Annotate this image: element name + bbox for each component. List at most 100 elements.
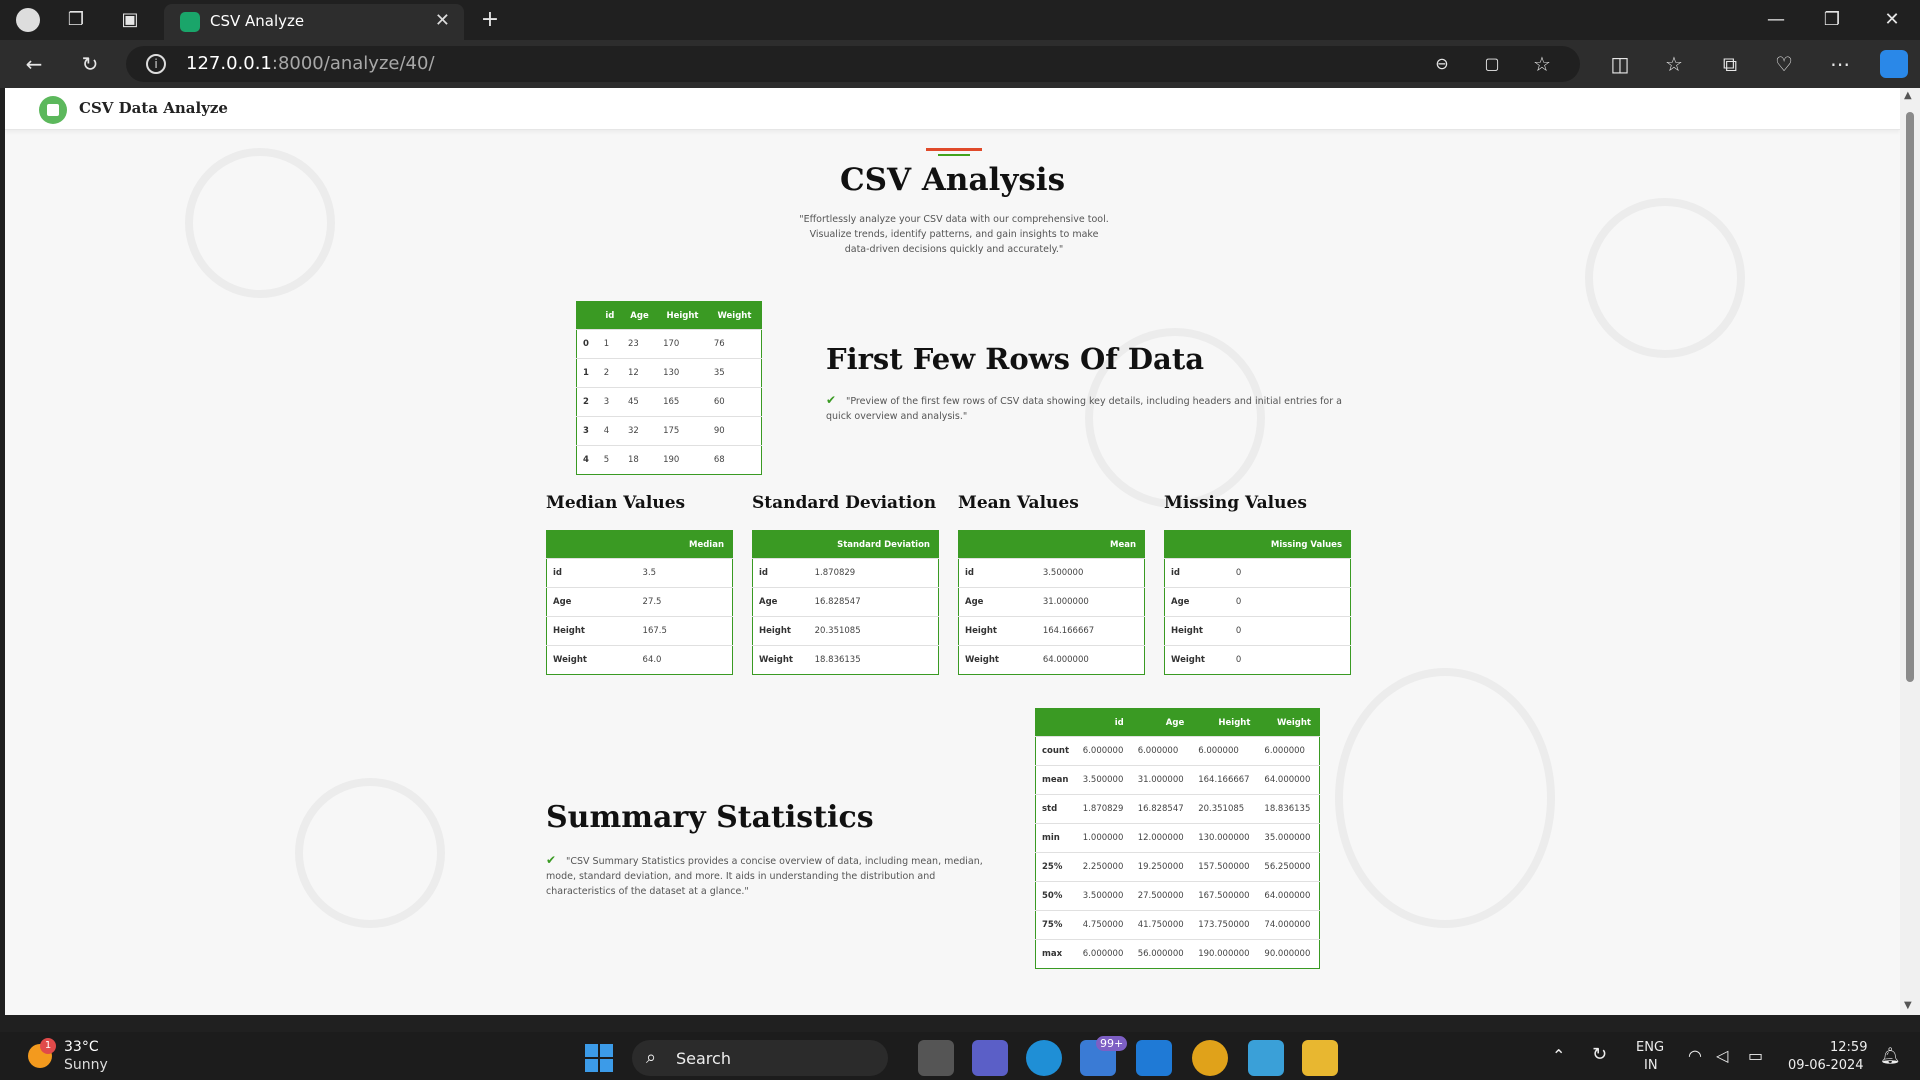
table-cell: 6.000000 [1076,939,1132,969]
row-label: Height [1164,616,1230,646]
edge-icon[interactable] [1026,1040,1062,1076]
table-cell: 27.500000 [1131,881,1193,911]
table-cell: 68 [707,445,762,475]
median-table: Median id 3.5 Age 27.5 Height 167.5 Weight 64.0 [546,530,733,675]
notification-bell-icon[interactable]: 🔔︎ [1880,1046,1900,1065]
table-cell: 35.000000 [1258,823,1320,853]
row-label: std [1035,794,1077,824]
file-explorer-icon[interactable] [1302,1040,1338,1076]
table-cell: 164.166667 [1192,765,1259,795]
profile-icon[interactable] [16,8,40,32]
table-row: 4 5 18 190 68 [576,445,762,475]
table-row: 1 2 12 130 35 [576,358,762,388]
wifi-icon[interactable]: ◠ [1688,1046,1702,1065]
table-cell: 90 [707,416,762,446]
workspaces-icon[interactable]: ❐ [64,8,88,32]
photos-icon[interactable] [1248,1040,1284,1076]
table-cell: 20.351085 [808,616,939,646]
page-scrollbar[interactable]: ▲ ▼ [1900,88,1920,1015]
mean-body: id 3.500000 Age 31.000000 Height 164.166667 We… [958,558,1145,675]
close-window-icon[interactable]: ✕ [1872,6,1912,34]
tab-close-icon[interactable]: ✕ [435,10,450,31]
health-icon[interactable]: ♡ [1770,50,1798,78]
row-label: id [546,558,637,588]
favorites-icon[interactable]: ☆ [1660,50,1688,78]
table-cell: 64.000000 [1036,645,1145,675]
tab-title: CSV Analyze [210,12,305,30]
table-cell: 18.836135 [1258,794,1320,824]
column-header: Height [1192,708,1259,737]
column-header [958,530,1037,559]
start-icon[interactable] [585,1044,613,1072]
battery-icon[interactable]: ▭ [1748,1046,1763,1065]
restore-icon[interactable]: ❐ [1812,6,1852,34]
column-header [1035,708,1077,737]
collections-icon[interactable]: ⧉ [1716,50,1744,78]
url-input[interactable]: i 127.0.0.1:8000/analyze/40/ ⊖ ▢ ☆ [126,46,1580,82]
table-cell: 6.000000 [1131,736,1193,766]
missing-body: id 0 Age 0 Height 0 Weight 0 [1164,558,1351,675]
clock-date[interactable]: 09-06-2024 [1788,1058,1864,1073]
table-cell: 0 [1229,616,1351,646]
table-cell: 167.5 [636,616,733,646]
teams-icon[interactable] [972,1040,1008,1076]
address-bar-row: ← ↻ i 127.0.0.1:8000/analyze/40/ ⊖ ▢ ☆ ◫… [0,40,1920,88]
taskbar-search[interactable]: ⌕ Search [632,1040,888,1076]
browser-titlebar: ❐ ▣ CSV Analyze ✕ + — ❐ ✕ [0,0,1920,40]
clock-time[interactable]: 12:59 [1830,1040,1867,1055]
missing-title: Missing Values [1164,493,1307,513]
table-cell: 16.828547 [808,587,939,617]
minimize-icon[interactable]: — [1756,6,1796,34]
more-icon[interactable]: ⋯ [1826,50,1854,78]
row-label: Height [958,616,1037,646]
vscode-icon[interactable] [1136,1040,1172,1076]
refresh-icon[interactable]: ↻ [76,50,104,78]
table-row: id 1.870829 [752,558,939,588]
split-screen-icon[interactable]: ◫ [1606,50,1634,78]
scroll-up-icon[interactable]: ▲ [1904,90,1912,101]
language-primary[interactable]: ENG [1636,1040,1664,1055]
chevron-up-icon[interactable]: ⌃ [1552,1046,1565,1065]
language-secondary[interactable]: IN [1644,1058,1658,1073]
table-cell: 130 [657,358,708,388]
app-available-icon[interactable]: ▢ [1478,50,1506,78]
zoom-icon[interactable]: ⊖ [1428,50,1456,78]
windows-taskbar: 1 33°C Sunny ⌕ Search 99+ ⌃ ↻ ENG IN ◠ ◁… [0,1032,1920,1080]
volume-icon[interactable]: ◁ [1716,1046,1728,1065]
std-title: Standard Deviation [752,493,937,513]
new-tab-button[interactable]: + [478,8,502,32]
column-header [576,301,598,330]
brand-name[interactable]: CSV Data Analyze [79,99,228,117]
table-row: mean 3.500000 31.000000 164.166667 64.000000 [1035,765,1320,795]
table-row: 0 1 23 170 76 [576,329,762,359]
brand-logo-icon[interactable] [39,96,67,124]
sync-icon[interactable]: ↻ [1592,1044,1607,1065]
column-header: Mean [1036,530,1145,559]
column-header [546,530,637,559]
copilot-icon[interactable] [1880,50,1908,78]
row-label: 25% [1035,852,1077,882]
tab-csv-analyze[interactable]: CSV Analyze ✕ [164,4,464,40]
table-row: Age 31.000000 [958,587,1145,617]
table-cell: 4.750000 [1076,910,1132,940]
table-cell: 2.250000 [1076,852,1132,882]
tab-actions-icon[interactable]: ▣ [118,8,142,32]
favorite-star-icon[interactable]: ☆ [1528,50,1556,78]
chrome-icon[interactable] [1192,1040,1228,1076]
back-icon[interactable]: ← [20,50,48,78]
site-info-icon[interactable]: i [146,54,166,74]
weather-description[interactable]: Sunny [64,1057,108,1073]
row-label: Age [958,587,1037,617]
weather-temperature[interactable]: 33°C [64,1039,99,1055]
row-label: count [1035,736,1077,766]
column-header: id [597,301,622,330]
task-view-icon[interactable] [918,1040,954,1076]
column-header: Age [1131,708,1193,737]
scroll-thumb[interactable] [1906,112,1914,682]
table-cell: 4 [597,416,622,446]
table-row: Age 27.5 [546,587,733,617]
scroll-down-icon[interactable]: ▼ [1904,1000,1912,1011]
table-cell: 45 [621,387,658,417]
table-row: id 3.5 [546,558,733,588]
table-cell: 170 [657,329,708,359]
